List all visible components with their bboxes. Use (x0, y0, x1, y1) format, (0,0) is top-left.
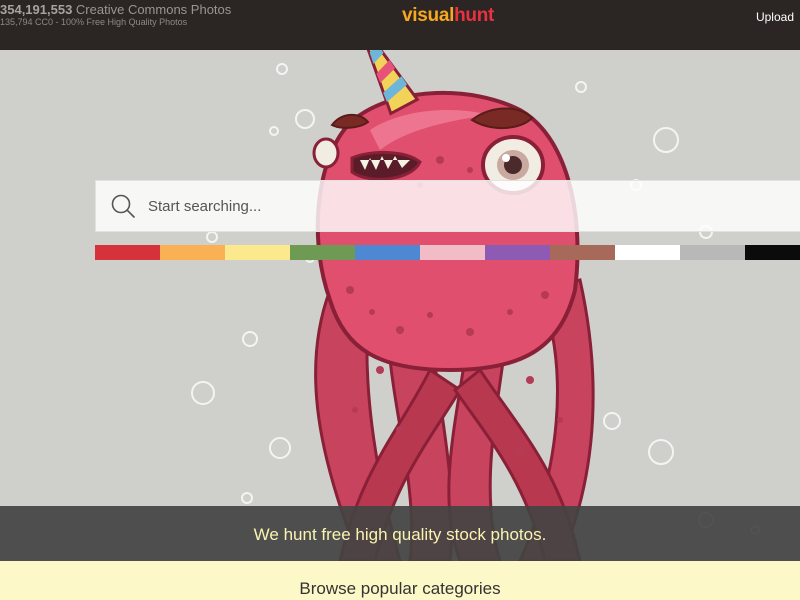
logo-part-visual: visual (402, 5, 455, 26)
photo-count-label: Creative Commons Photos (75, 2, 232, 17)
color-swatch-white[interactable] (615, 245, 680, 260)
hero-section (0, 50, 800, 561)
color-swatch-gray[interactable] (680, 245, 745, 260)
color-swatch-red[interactable] (95, 245, 160, 260)
categories-section: Browse popular categories (0, 561, 800, 600)
photo-count: 354,191,553 (0, 2, 73, 17)
color-swatch-purple[interactable] (485, 245, 550, 260)
left-eyebrow (330, 113, 370, 129)
top-bar: 354,191,553 Creative Commons Photos 135,… (0, 0, 800, 50)
color-swatch-orange[interactable] (160, 245, 225, 260)
categories-heading: Browse popular categories (299, 579, 501, 598)
upload-link[interactable]: Upload (756, 10, 794, 24)
tagline-text: We hunt free high quality stock photos. (253, 524, 547, 544)
tagline-banner: We hunt free high quality stock photos. (0, 506, 800, 561)
color-swatch-blue[interactable] (355, 245, 420, 260)
logo-part-hunt: hunt (454, 5, 495, 26)
cc0-count: 135,794 CC0 - 100% Free High Quality Pho… (0, 17, 188, 27)
visualhunt-logo[interactable]: visualhunt (402, 5, 494, 27)
octopus-unicorn-illustration (191, 50, 760, 561)
photo-stats: 354,191,553 Creative Commons Photos 135,… (0, 3, 231, 27)
color-swatch-brown[interactable] (550, 245, 615, 260)
color-swatch-yellow[interactable] (225, 245, 290, 260)
search-icon[interactable] (110, 193, 136, 219)
search-input[interactable] (136, 181, 800, 231)
search-bar[interactable] (95, 180, 800, 232)
color-swatch-pink[interactable] (420, 245, 485, 260)
color-filter-bar (95, 245, 800, 260)
color-swatch-black[interactable] (745, 245, 800, 260)
color-swatch-green[interactable] (290, 245, 355, 260)
